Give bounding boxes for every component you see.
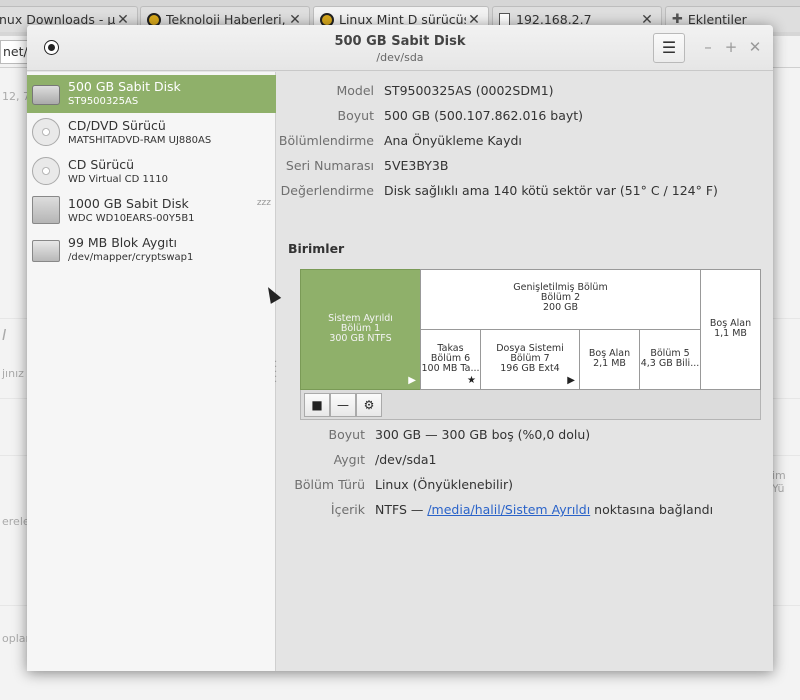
device-name: CD/DVD Sürücü xyxy=(68,118,166,133)
hdd-icon xyxy=(32,85,60,105)
volume-extended[interactable]: Genişletilmiş Bölüm Bölüm 2 200 GB xyxy=(420,269,701,330)
volume-size: 4,3 GB Bili... xyxy=(640,358,700,369)
mount-point-link[interactable]: /media/halil/Sistem Ayrıldı xyxy=(427,502,590,517)
title-bar: 500 GB Sabit Disk /dev/sda ☰ – + ✕ xyxy=(27,25,773,71)
gear-icon[interactable]: ⚙ xyxy=(356,393,382,417)
hamburger-menu-icon[interactable]: ☰ xyxy=(653,33,685,63)
volume-map: Sistem Ayrıldı Bölüm 1 300 GB NTFS ▶ Gen… xyxy=(300,269,761,390)
star-icon: ★ xyxy=(467,375,476,386)
volume-size: 196 GB Ext4 xyxy=(500,363,560,374)
disks-window: 500 GB Sabit Disk /dev/sda ☰ – + ✕ 500 G… xyxy=(27,25,773,671)
volume-toolbar: ■ — ⚙ xyxy=(300,390,761,420)
bg-text: erele xyxy=(2,515,30,528)
device-label: Aygıt xyxy=(333,452,365,467)
contents-suffix: noktasına bağlandı xyxy=(590,502,714,517)
cd-icon xyxy=(32,118,60,146)
partition-type-value: Linux (Önyüklenebilir) xyxy=(375,477,513,492)
volume-size-label: Boyut xyxy=(328,427,365,442)
volume-free-space[interactable]: Boş Alan 1,1 MB xyxy=(700,269,761,390)
contents-value: NTFS — /media/halil/Sistem Ayrıldı nokta… xyxy=(375,502,713,517)
volume-size: 2,1 MB xyxy=(593,358,626,369)
partitioning-label: Bölümlendirme xyxy=(278,133,374,148)
assessment-label: Değerlendirme xyxy=(280,183,374,198)
volume-size-value: 300 GB — 300 GB boş (%0,0 dolu) xyxy=(375,427,591,442)
volume-size: 300 GB NTFS xyxy=(329,333,392,344)
serial-label: Seri Numarası xyxy=(285,158,374,173)
cd-icon xyxy=(32,157,60,185)
standby-icon: zzz xyxy=(256,198,271,208)
contents-label: İçerik xyxy=(330,502,365,517)
device-item-dvd[interactable]: CD/DVD Sürücü MATSHITADVD-RAM UJ880AS xyxy=(27,114,276,152)
volume-size: 1,1 MB xyxy=(714,328,747,339)
partitioning-value: Ana Önyükleme Kaydı xyxy=(384,133,522,148)
bg-text: im Yü xyxy=(772,469,786,495)
disk-details-pane: Model ST9500325AS (0002SDM1) Boyut 500 G… xyxy=(277,72,773,671)
delete-partition-button[interactable]: — xyxy=(330,393,356,417)
device-list: 500 GB Sabit Disk ST9500325AS CD/DVD Sür… xyxy=(27,72,276,671)
usb-drive-icon xyxy=(32,196,60,224)
size-value: 500 GB (500.107.862.016 bayt) xyxy=(384,108,584,123)
close-button[interactable]: ✕ xyxy=(746,37,764,57)
volume-free-space[interactable]: Boş Alan 2,1 MB xyxy=(579,329,640,390)
device-detail: WDC WD10EARS-00Y5B1 xyxy=(68,213,195,224)
partition-type-label: Bölüm Türü xyxy=(294,477,365,492)
device-name: 1000 GB Sabit Disk xyxy=(68,196,189,211)
volume-size: 200 GB xyxy=(542,302,579,313)
device-item-1000gb[interactable]: 1000 GB Sabit Disk WDC WD10EARS-00Y5B1 z… xyxy=(27,192,276,230)
model-label: Model xyxy=(336,83,374,98)
device-detail: WD Virtual CD 1110 xyxy=(68,174,168,185)
size-label: Boyut xyxy=(337,108,374,123)
volume-partition-1[interactable]: Sistem Ayrıldı Bölüm 1 300 GB NTFS ▶ xyxy=(300,269,421,390)
volume-partition-6[interactable]: Takas Bölüm 6 100 MB Ta... ★ xyxy=(420,329,481,390)
unmount-stop-button[interactable]: ■ xyxy=(304,393,330,417)
model-value: ST9500325AS (0002SDM1) xyxy=(384,83,554,98)
device-item-cd[interactable]: CD Sürücü WD Virtual CD 1110 xyxy=(27,153,276,191)
play-icon: ▶ xyxy=(567,375,575,386)
bg-text: jınız xyxy=(2,367,24,380)
volumes-heading: Birimler xyxy=(288,241,345,256)
device-value: /dev/sda1 xyxy=(375,452,437,467)
play-icon: ▶ xyxy=(408,375,416,386)
volume-partition-5[interactable]: Bölüm 5 4,3 GB Bili... xyxy=(639,329,701,390)
device-name: CD Sürücü xyxy=(68,157,135,172)
volume-size: 100 MB Ta... xyxy=(421,363,480,374)
block-device-icon xyxy=(32,240,60,262)
device-detail: ST9500325AS xyxy=(68,96,139,107)
device-item-block[interactable]: 99 MB Blok Aygıtı /dev/mapper/cryptswap1 xyxy=(27,231,276,269)
device-detail: MATSHITADVD-RAM UJ880AS xyxy=(68,135,212,146)
device-name: 99 MB Blok Aygıtı xyxy=(68,235,178,250)
maximize-button[interactable]: + xyxy=(722,37,740,57)
volume-partition-7[interactable]: Dosya Sistemi Bölüm 7 196 GB Ext4 ▶ xyxy=(480,329,580,390)
assessment-value: Disk sağlıklı ama 140 kötü sektör var (5… xyxy=(384,183,718,198)
minimize-button[interactable]: – xyxy=(699,37,717,57)
bg-text: 12, 7 xyxy=(2,90,30,103)
contents-prefix: NTFS — xyxy=(375,502,428,517)
device-detail: /dev/mapper/cryptswap1 xyxy=(68,252,194,263)
device-item-sda[interactable]: 500 GB Sabit Disk ST9500325AS xyxy=(27,75,276,113)
device-name: 500 GB Sabit Disk xyxy=(68,79,181,94)
serial-value: 5VE3BY3B xyxy=(384,158,449,173)
bg-text: I xyxy=(2,326,7,344)
